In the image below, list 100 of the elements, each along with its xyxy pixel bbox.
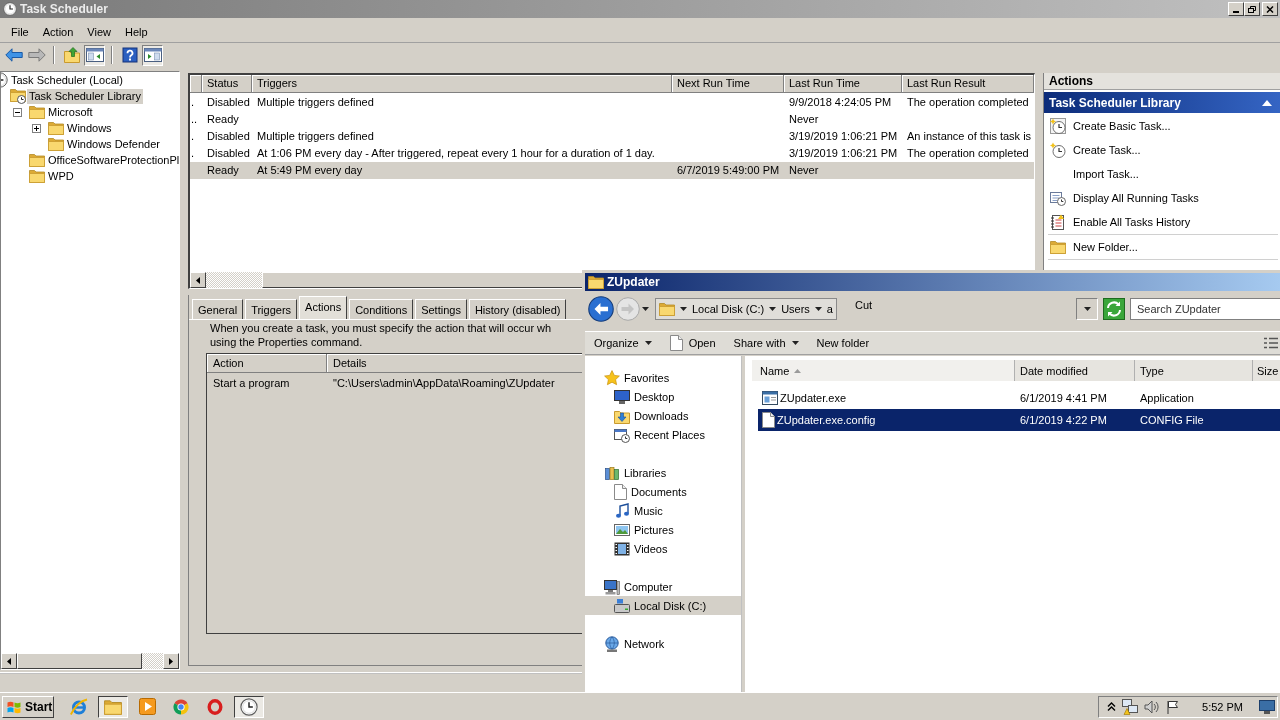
table-row[interactable]: . Disabled Multiple triggers defined 3/19/2019 1:06:21 PM An instance of this task is — [190, 128, 1034, 145]
nav-item[interactable]: Local Disk (C:) — [585, 596, 741, 615]
show-desktop-icon[interactable] — [1259, 699, 1275, 714]
scroll-thumb[interactable] — [262, 272, 582, 288]
command-button[interactable]: Organize — [587, 332, 659, 354]
help-button[interactable] — [119, 44, 140, 66]
column-header[interactable]: Action — [207, 354, 327, 373]
file-row[interactable]: ZUpdater.exe 6/1/2019 4:41 PM Application — [758, 387, 1280, 409]
action-link[interactable]: Import Task... — [1048, 162, 1139, 186]
menu-item[interactable]: Help — [117, 25, 155, 38]
table-row[interactable]: .. Ready Never — [190, 111, 1034, 128]
expand-box-icon[interactable] — [32, 123, 41, 133]
nav-item[interactable]: Desktop — [585, 387, 741, 406]
nav-item[interactable]: Network — [585, 634, 741, 653]
restore-button[interactable] — [1244, 2, 1260, 16]
column-header[interactable]: Last Run Time — [784, 75, 902, 93]
console-tree-toggle[interactable] — [84, 44, 105, 66]
column-header[interactable]: Size — [1253, 360, 1280, 381]
action-link[interactable]: Display All Running Tasks — [1048, 186, 1199, 210]
browser-icon[interactable] — [70, 697, 88, 716]
horizontal-scrollbar[interactable] — [1, 653, 179, 669]
caret-down-icon[interactable] — [814, 307, 822, 311]
action-link[interactable]: New Folder... — [1048, 235, 1138, 259]
close-button[interactable] — [1262, 2, 1278, 16]
command-button[interactable]: Share with — [726, 332, 806, 354]
action-link[interactable]: Create Task... — [1048, 138, 1141, 162]
column-header[interactable]: Details — [327, 354, 582, 373]
tab[interactable]: Actions — [299, 296, 348, 319]
command-button[interactable]: Open — [662, 332, 723, 354]
speaker-icon[interactable] — [1144, 699, 1161, 714]
search-field[interactable]: Search ZUpdater — [1130, 298, 1280, 320]
tree-item[interactable]: Task Scheduler (Local) — [9, 72, 125, 88]
nav-item[interactable]: Recent Places — [585, 425, 741, 444]
tab[interactable]: Conditions — [349, 299, 414, 319]
column-header[interactable] — [190, 75, 202, 93]
column-header[interactable]: Status — [202, 75, 252, 93]
tab[interactable]: History (disabled) — [468, 299, 567, 319]
nav-item[interactable]: Downloads — [585, 406, 741, 425]
column-header[interactable]: Last Run Result — [902, 75, 1034, 93]
tree-item[interactable]: WPD — [46, 168, 76, 184]
nav-item[interactable]: Documents — [585, 482, 741, 501]
flag-icon[interactable] — [1166, 699, 1181, 714]
menu-item[interactable]: View — [80, 25, 118, 38]
chevron-up-icon[interactable] — [1107, 702, 1117, 711]
address-bar[interactable]: Local Disk (C:) Users a — [655, 298, 837, 320]
refresh-button[interactable] — [1103, 298, 1125, 320]
caret-down-icon[interactable] — [769, 307, 777, 311]
play-icon[interactable] — [138, 698, 156, 715]
menu-item[interactable]: File — [4, 25, 36, 38]
nav-item[interactable]: Favorites — [585, 368, 741, 387]
breadcrumb[interactable]: a — [826, 303, 833, 315]
parent-folder-button[interactable] — [61, 44, 82, 66]
back-button[interactable] — [588, 296, 614, 322]
action-link[interactable]: Enable All Tasks History — [1048, 210, 1191, 234]
section-header[interactable]: Task Scheduler Library — [1044, 92, 1280, 113]
tree-item[interactable]: Windows — [65, 120, 114, 136]
column-header[interactable]: Triggers — [252, 75, 672, 93]
column-header[interactable]: Name — [752, 360, 1015, 381]
taskbar-button[interactable] — [234, 695, 264, 718]
tree-item[interactable]: Microsoft — [46, 104, 95, 120]
scroll-button[interactable] — [190, 272, 206, 288]
nav-item[interactable]: Videos — [585, 539, 741, 558]
network-warning-icon[interactable] — [1122, 698, 1139, 715]
action-pane-toggle[interactable] — [142, 44, 163, 66]
list-view-icon[interactable] — [1264, 337, 1278, 349]
caret-down-icon[interactable] — [642, 307, 649, 311]
action-link[interactable]: Create Basic Task... — [1048, 114, 1171, 138]
tab[interactable]: Triggers — [245, 299, 298, 319]
breadcrumb[interactable]: Users — [781, 303, 810, 315]
scroll-button[interactable] — [1, 653, 17, 669]
table-row[interactable]: Ready At 5:49 PM every day 6/7/2019 5:49:00 PM Never — [190, 162, 1034, 179]
horizontal-scrollbar[interactable] — [190, 272, 582, 288]
column-header[interactable]: Next Run Time — [672, 75, 784, 93]
file-row[interactable]: ZUpdater.exe.config 6/1/2019 4:22 PM CONFIG File — [758, 409, 1280, 431]
nav-item[interactable]: Libraries — [585, 463, 741, 482]
scroll-button[interactable] — [163, 653, 179, 669]
tab[interactable]: Settings — [415, 299, 467, 319]
caret-up-icon[interactable] — [1262, 99, 1272, 106]
command-button[interactable]: New folder — [809, 332, 877, 354]
minimize-button[interactable] — [1228, 2, 1244, 16]
column-header[interactable]: Date modified — [1015, 360, 1135, 381]
nav-item[interactable]: Pictures — [585, 520, 741, 539]
taskbar-button[interactable] — [98, 695, 128, 718]
scroll-thumb[interactable] — [17, 653, 142, 669]
tree-item[interactable]: Task Scheduler Library — [27, 88, 143, 104]
nav-item[interactable]: Music — [585, 501, 741, 520]
ring-icon[interactable] — [207, 698, 223, 715]
collapse-box-icon[interactable] — [13, 107, 22, 117]
table-row[interactable]: . Disabled At 1:06 PM every day - After triggered, repeat every 1 hour for a duration of 1 day. 3/19/2019 1:06:21 PM The operation completed — [190, 145, 1034, 162]
nav-item[interactable]: Computer — [585, 577, 741, 596]
tree-item[interactable]: OfficeSoftwareProtectionPl — [46, 152, 182, 168]
start-button[interactable]: Start — [2, 695, 54, 718]
caret-down-icon[interactable] — [680, 307, 687, 311]
table-row[interactable]: . Disabled Multiple triggers defined 9/9/2018 4:24:05 PM The operation completed — [190, 94, 1034, 111]
breadcrumb[interactable]: Local Disk (C:) — [692, 303, 765, 315]
address-dropdown-button[interactable] — [1076, 298, 1098, 320]
tab[interactable]: General — [192, 299, 244, 319]
column-header[interactable]: Type — [1135, 360, 1253, 381]
clock-icon[interactable] — [240, 697, 258, 716]
tricolor-circle-icon[interactable] — [173, 698, 189, 715]
